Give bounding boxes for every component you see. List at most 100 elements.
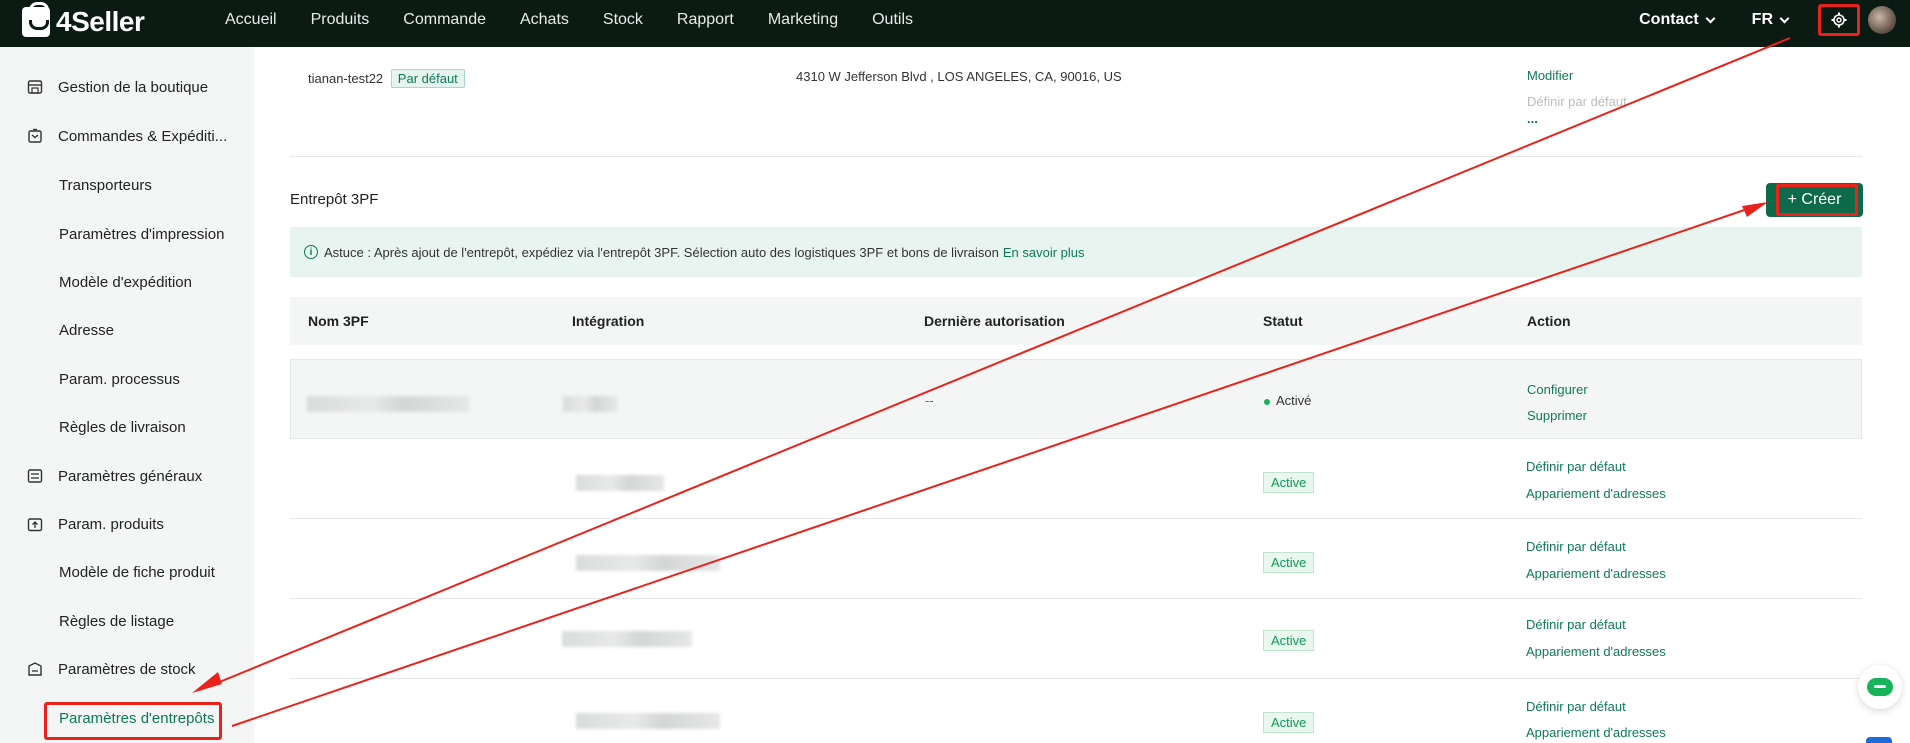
tip-text: Astuce : Après ajout de l'entrepôt, expé… [324,244,999,260]
set-default-link[interactable]: Définir par défaut [1526,539,1626,554]
learn-more-link[interactable]: En savoir plus [1003,245,1085,260]
column-header: Action [1527,313,1571,329]
chevron-down-icon [1705,13,1716,23]
chevron-down-icon [1779,13,1790,23]
warehouse-icon [26,660,44,678]
redacted-integration [562,631,692,647]
status-badge: Active [1263,712,1315,733]
language-dropdown[interactable]: FR [1751,11,1790,29]
list-icon [26,467,44,485]
table-row: -- Activé Configurer Supprimer [290,359,1862,439]
info-icon: i [304,245,318,259]
address-row: tianan-test22 Par défaut 4310 W Jefferso… [290,47,1862,157]
sidebar-item-listing-rules[interactable]: Règles de listage [0,606,174,636]
gear-icon [1831,12,1847,28]
set-default-link[interactable]: Définir par défaut [1526,459,1626,474]
nav-marketing[interactable]: Marketing [768,11,838,29]
column-header: Intégration [572,313,645,329]
sidebar-item-label: Règles de listage [59,612,175,630]
create-button[interactable]: + Créer [1766,183,1863,217]
sidebar-item-label: Commandes & Expéditi... [58,127,228,145]
redacted-integration [576,475,664,491]
status-badge: Active [1263,552,1315,573]
redacted-integration [576,713,720,729]
nav-outils[interactable]: Outils [872,11,913,29]
corner-widget[interactable] [1866,737,1892,743]
arrowhead [1742,202,1768,217]
chat-icon [1867,678,1893,696]
address-matching-link[interactable]: Appariement d'adresses [1526,486,1666,501]
sidebar-item-print-settings[interactable]: Paramètres d'impression [0,219,224,249]
sidebar-item-carriers[interactable]: Transporteurs [0,170,152,200]
set-default-link[interactable]: Définir par défaut [1526,617,1626,632]
set-default-link[interactable]: Définir par défaut [1527,94,1627,109]
tip-banner: i Astuce : Après ajout de l'entrepôt, ex… [290,227,1862,277]
status-dot-icon [1264,398,1270,405]
support-chat-button[interactable] [1858,665,1902,709]
nav-rapport[interactable]: Rapport [677,11,734,29]
contact-dropdown[interactable]: Contact [1639,11,1716,29]
address-matching-link[interactable]: Appariement d'adresses [1526,725,1666,740]
table-row: Active Définir par défaut Appariement d'… [290,599,1862,679]
store-icon [26,78,44,96]
box-icon [26,515,44,533]
sidebar-item-label: Modèle de fiche produit [59,563,215,581]
address-name: tianan-test22 [308,71,384,86]
sidebar-item-orders[interactable]: Commandes & Expéditi... [0,121,227,151]
table-row: Active Définir par défaut Appariement d'… [290,519,1862,599]
table-header: Nom 3PF Intégration Dernière autorisatio… [290,297,1862,345]
status-text: Activé [1264,393,1311,408]
sidebar-item-stock-settings[interactable]: Paramètres de stock [0,654,196,684]
nav-commande[interactable]: Commande [403,11,486,29]
annotation-highlight-box [44,702,222,740]
sidebar-item-label: Règles de livraison [59,418,186,436]
column-header: Statut [1263,313,1303,329]
status-badge: Active [1263,472,1315,493]
sidebar-item-general-settings[interactable]: Paramètres généraux [0,461,202,491]
cart-icon [26,127,44,145]
brand-logo[interactable]: 4Seller [22,2,145,38]
sidebar-item-delivery-rules[interactable]: Règles de livraison [0,412,186,442]
default-tag: Par défaut [390,69,465,88]
nav-achats[interactable]: Achats [520,11,569,29]
address-matching-link[interactable]: Appariement d'adresses [1526,644,1666,659]
sidebar-item-shop[interactable]: Gestion de la boutique [0,72,208,102]
address-matching-link[interactable]: Appariement d'adresses [1526,566,1666,581]
nav-accueil[interactable]: Accueil [225,11,277,29]
sidebar-item-label: Paramètres généraux [58,467,203,485]
sidebar-item-address[interactable]: Adresse [0,315,114,345]
nav-stock[interactable]: Stock [603,11,643,29]
top-navbar: 4Seller Accueil Produits Commande Achats… [0,0,1910,47]
sidebar-item-product-template[interactable]: Modèle de fiche produit [0,557,215,587]
sidebar-item-label: Gestion de la boutique [58,78,209,96]
more-link[interactable]: ... [1527,111,1538,126]
configure-link[interactable]: Configurer [1527,382,1588,397]
status-badge: Active [1263,630,1315,651]
last-auth: -- [925,393,934,408]
table-row: Active Définir par défaut Appariement d'… [290,679,1862,743]
settings-sidebar: Gestion de la boutique Commandes & Expéd… [0,47,254,743]
bag-icon [22,2,50,37]
delete-link[interactable]: Supprimer [1527,408,1587,423]
nav-produits[interactable]: Produits [311,11,370,29]
sidebar-item-product-settings[interactable]: Param. produits [0,509,164,539]
sidebar-item-label: Paramètres d'impression [59,225,225,243]
modify-link[interactable]: Modifier [1527,68,1573,83]
settings-button[interactable] [1818,4,1860,36]
main-nav: Accueil Produits Commande Achats Stock R… [208,0,930,40]
redacted-integration [563,396,617,412]
section-title: Entrepôt 3PF [290,191,379,208]
sidebar-item-shipping-template[interactable]: Modèle d'expédition [0,267,192,297]
sidebar-item-label: Adresse [59,321,115,339]
set-default-link[interactable]: Définir par défaut [1526,699,1626,714]
sidebar-item-label: Param. processus [59,370,180,388]
sidebar-item-label: Modèle d'expédition [59,273,192,291]
user-avatar[interactable] [1868,6,1896,34]
sidebar-item-process-settings[interactable]: Param. processus [0,364,180,394]
column-header: Nom 3PF [308,313,369,329]
language-label: FR [1751,11,1773,28]
redacted-name [307,396,469,412]
column-header: Dernière autorisation [924,313,1065,329]
sidebar-item-label: Transporteurs [59,176,152,194]
sidebar-item-label: Param. produits [58,515,164,533]
